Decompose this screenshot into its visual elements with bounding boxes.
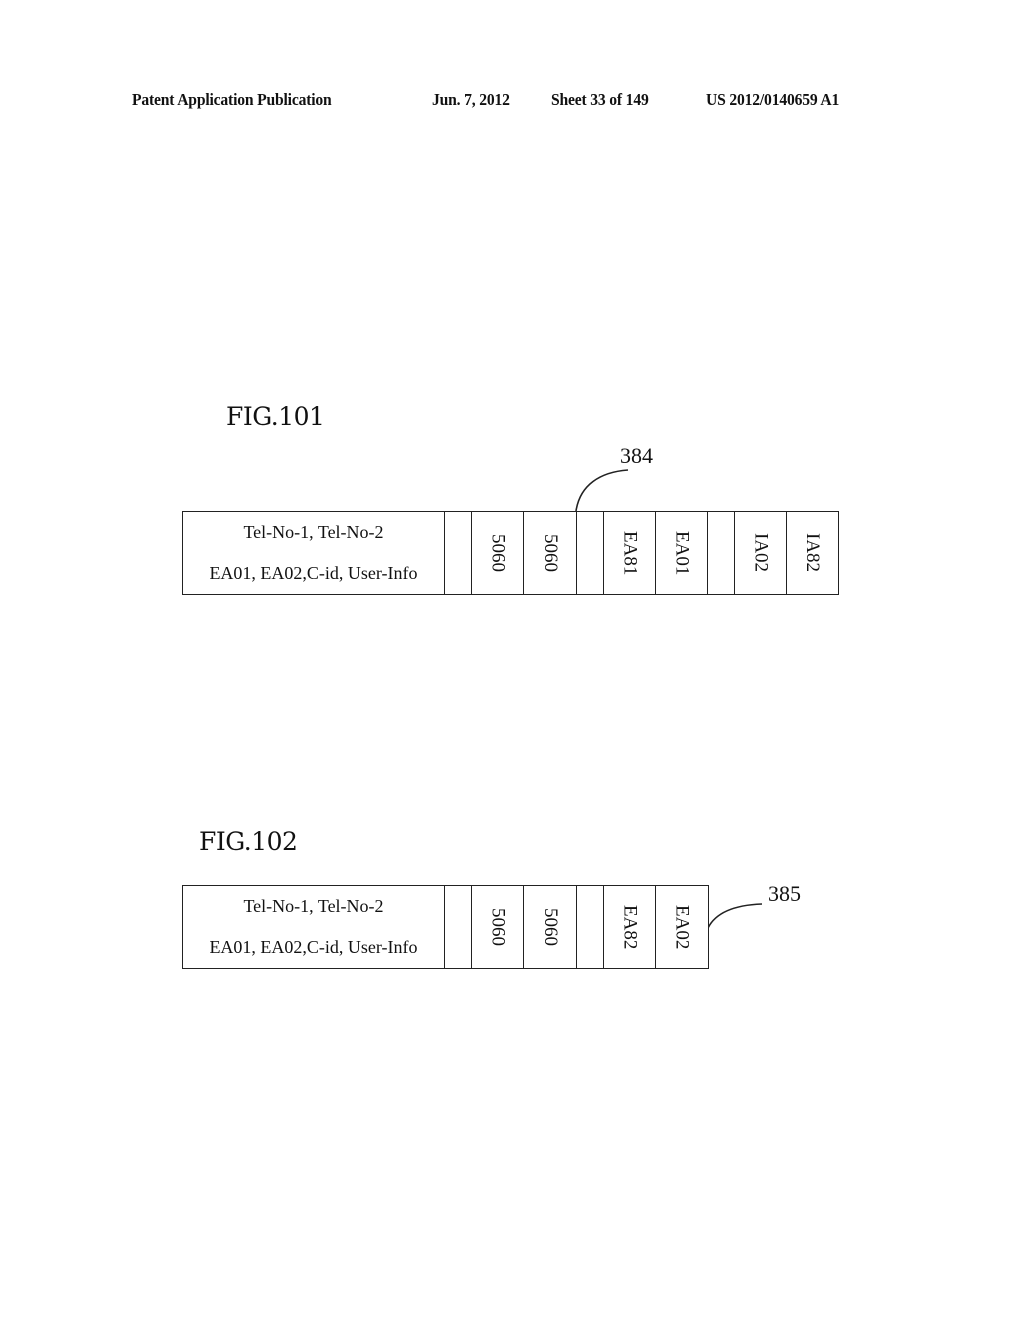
info-line-2: EA01, EA02,C-id, User-Info	[209, 937, 418, 957]
packet-field	[575, 885, 605, 969]
packet-field: 5060	[522, 885, 578, 969]
packet-field: EA02	[654, 885, 709, 969]
packet-field: 5060	[470, 885, 525, 969]
packet-field	[443, 885, 473, 969]
packet-info-cell: Tel-No-1, Tel-No-2 EA01, EA02,C-id, User…	[182, 885, 445, 969]
packet-field: EA82	[602, 885, 657, 969]
info-line-1: Tel-No-1, Tel-No-2	[243, 896, 384, 916]
leader-line	[707, 903, 763, 929]
